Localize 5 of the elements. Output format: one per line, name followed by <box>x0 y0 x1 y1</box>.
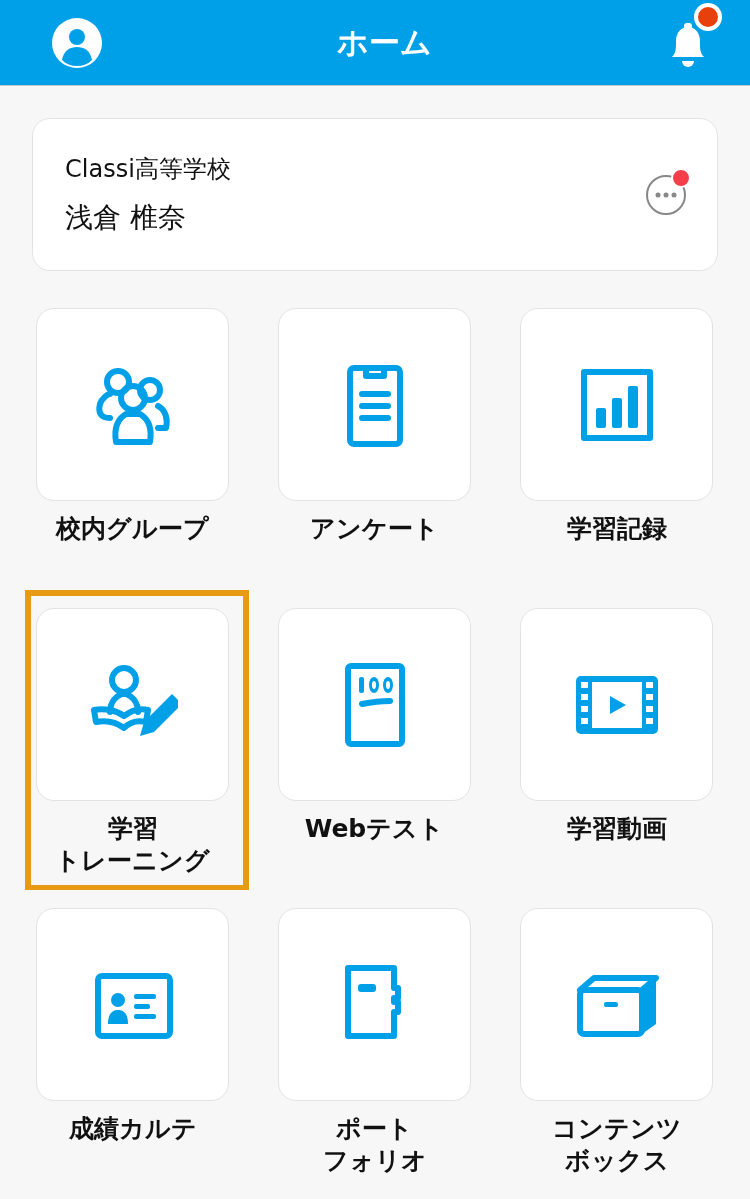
avatar-icon[interactable] <box>52 17 102 68</box>
student-name: 浅倉 椎奈 <box>65 199 187 236</box>
school-name: Classi高等学校 <box>65 153 231 185</box>
menu-item[interactable]: 学習 トレーニング <box>25 590 249 891</box>
page-title: ホーム <box>336 22 432 62</box>
